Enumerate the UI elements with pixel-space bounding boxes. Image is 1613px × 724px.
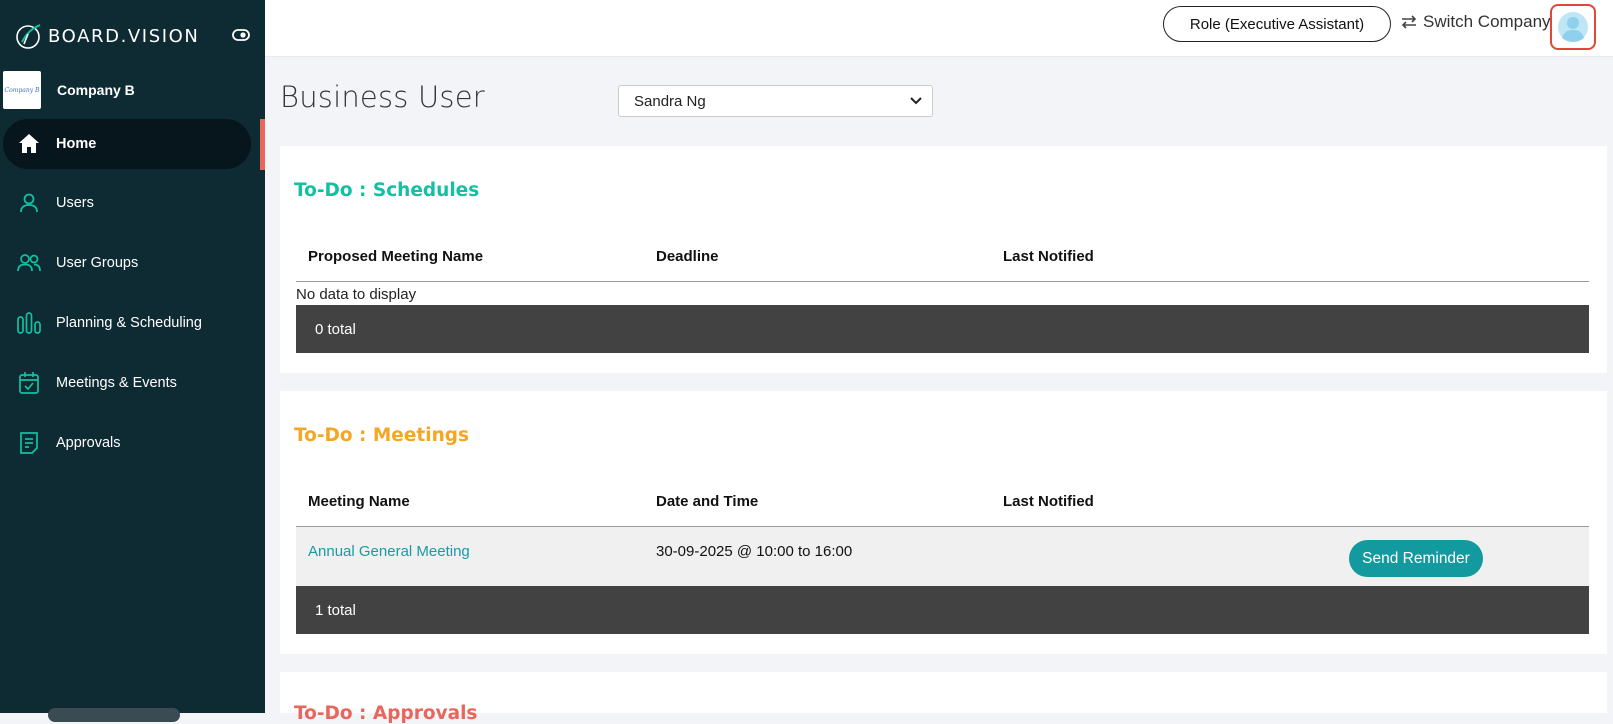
column-header: Proposed Meeting Name: [308, 248, 484, 265]
total-count: 1 total: [315, 601, 356, 619]
sidebar-item-user-groups[interactable]: User Groups: [3, 238, 251, 288]
meetings-title: To-Do : Meetings: [294, 425, 470, 446]
company-logo: Company B: [3, 71, 41, 109]
sidebar-item-label: Meetings & Events: [56, 375, 177, 391]
column-header: Last Notified: [1003, 493, 1094, 510]
user-select-dropdown[interactable]: Sandra Ng: [618, 85, 933, 117]
brand-logo[interactable]: BOARD.VISION: [14, 20, 199, 52]
user-select-value: Sandra Ng: [634, 92, 706, 110]
approvals-card: [280, 672, 1607, 713]
approvals-title: To-Do : Approvals: [294, 703, 478, 724]
avatar-icon: [1558, 12, 1588, 42]
user-avatar-button[interactable]: [1550, 4, 1596, 50]
document-icon: [16, 430, 42, 456]
user-group-icon: [16, 250, 42, 276]
total-count: 0 total: [315, 320, 356, 338]
sidebar-item-label: Planning & Scheduling: [56, 315, 202, 331]
table-footer-total: 0 total: [296, 305, 1589, 353]
calendar-check-icon: [16, 370, 42, 396]
sidebar-item-home[interactable]: Home: [3, 119, 251, 169]
column-header: Last Notified: [1003, 248, 1094, 265]
sidebar-footer-button[interactable]: [48, 708, 180, 722]
schedules-title: To-Do : Schedules: [294, 180, 480, 201]
company-switcher[interactable]: Company B Company B: [3, 71, 135, 109]
page-title: Business User: [280, 80, 485, 114]
meeting-name-link[interactable]: Annual General Meeting: [308, 543, 470, 560]
sidebar-item-label: Home: [56, 136, 97, 152]
column-header: Meeting Name: [308, 493, 410, 510]
sidebar: BOARD.VISION Company B Company B Home Us…: [0, 0, 265, 722]
switch-arrows-icon: [1401, 15, 1417, 29]
empty-state-text: No data to display: [296, 286, 417, 303]
send-reminder-button[interactable]: Send Reminder: [1349, 540, 1483, 577]
brand-name: BOARD.VISION: [48, 25, 200, 47]
sidebar-item-planning-scheduling[interactable]: Planning & Scheduling: [3, 298, 251, 348]
sidebar-item-label: User Groups: [56, 255, 139, 271]
sidebar-item-users[interactable]: Users: [3, 178, 251, 228]
company-name: Company B: [57, 82, 135, 98]
column-header: Date and Time: [656, 493, 759, 510]
table-header-divider: [296, 281, 1589, 282]
table-footer-total: 1 total: [296, 586, 1589, 634]
sidebar-item-label: Users: [56, 195, 94, 211]
meetings-card: To-Do : Meetings Meeting Name Date and T…: [280, 391, 1607, 654]
switch-company-label: Switch Company: [1423, 12, 1551, 31]
chevron-down-icon: [910, 97, 922, 105]
table-row: Annual General Meeting 30-09-2025 @ 10:0…: [296, 527, 1589, 587]
role-button[interactable]: Role (Executive Assistant): [1163, 6, 1391, 42]
active-nav-indicator: [260, 119, 265, 170]
sidebar-item-label: Approvals: [56, 435, 121, 451]
top-bar: Role (Executive Assistant) Switch Compan…: [265, 0, 1613, 57]
eye-toggle-icon[interactable]: [232, 28, 250, 42]
sidebar-item-approvals[interactable]: Approvals: [3, 418, 251, 468]
sidebar-item-meetings-events[interactable]: Meetings & Events: [3, 358, 251, 408]
user-icon: [16, 190, 42, 216]
home-icon: [16, 131, 42, 157]
board-vision-logo-icon: [16, 24, 41, 49]
switch-company-button[interactable]: Switch Company: [1400, 12, 1551, 32]
bar-chart-icon: [16, 310, 42, 336]
schedules-card: To-Do : Schedules Proposed Meeting Name …: [280, 146, 1607, 373]
meeting-datetime: 30-09-2025 @ 10:00 to 16:00: [656, 543, 853, 560]
column-header: Deadline: [656, 248, 719, 265]
